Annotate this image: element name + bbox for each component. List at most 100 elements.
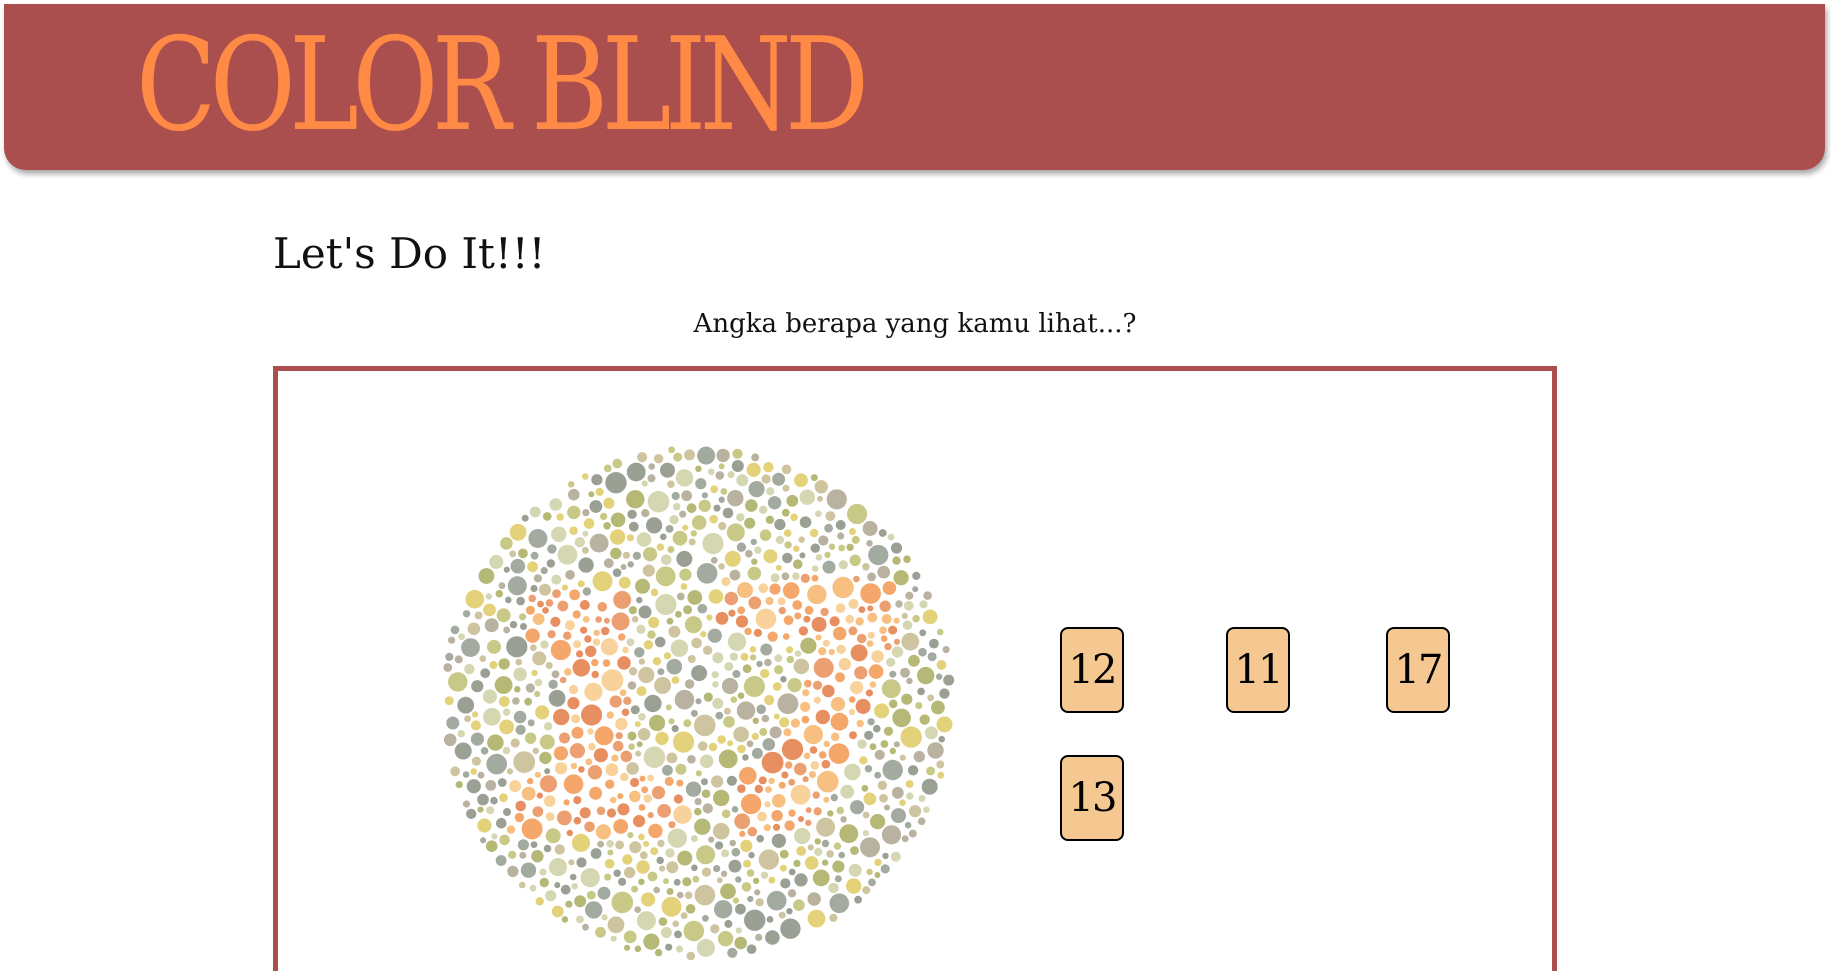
plate-dot	[884, 642, 892, 651]
answer-button-11[interactable]: 11	[1226, 627, 1290, 713]
plate-dot	[573, 640, 582, 649]
plate-dot	[825, 511, 836, 522]
plate-dot	[676, 550, 693, 567]
plate-dot	[673, 878, 681, 886]
plate-dot	[827, 810, 834, 817]
plate-dot	[752, 877, 760, 885]
plate-dot	[891, 786, 904, 799]
plate-dot	[634, 721, 641, 728]
plate-dot	[529, 884, 537, 892]
plate-dot	[563, 799, 570, 806]
plate-dot	[823, 740, 830, 748]
plate-dot	[836, 644, 846, 654]
plate-dot	[936, 760, 945, 769]
plate-dot	[717, 931, 734, 947]
plate-dot	[884, 804, 890, 811]
plate-dot	[927, 652, 937, 662]
plate-dot	[707, 468, 715, 476]
plate-dot	[696, 938, 715, 957]
plate-dot	[848, 708, 855, 716]
plate-dot	[874, 858, 882, 867]
plate-dot	[585, 645, 597, 657]
plate-dot	[450, 766, 460, 777]
plate-dot	[620, 564, 627, 570]
plate-dot	[551, 526, 567, 542]
plate-dot	[471, 680, 484, 693]
plate-dot	[508, 850, 517, 859]
plate-dot	[714, 900, 733, 919]
plate-dot	[627, 509, 637, 519]
answer-button-12[interactable]: 12	[1060, 627, 1124, 713]
plate-dot	[691, 665, 708, 682]
plate-dot	[811, 616, 827, 632]
plate-dot	[462, 800, 471, 808]
plate-dot	[657, 804, 671, 818]
plate-dot	[464, 715, 471, 723]
plate-dot	[835, 672, 845, 683]
plate-dot	[708, 836, 715, 843]
plate-dot	[499, 719, 514, 735]
plate-dot	[465, 589, 485, 609]
plate-dot	[764, 658, 772, 667]
plate-dot	[729, 569, 741, 581]
plate-dot	[815, 709, 830, 725]
plate-dot	[733, 726, 749, 743]
plate-dot	[610, 547, 622, 560]
plate-dot	[666, 658, 683, 675]
plate-dot	[903, 600, 914, 611]
plate-dot	[746, 462, 761, 477]
plate-dot	[470, 732, 484, 746]
plate-dot	[553, 746, 568, 761]
plate-dot	[636, 911, 656, 931]
plate-dot	[891, 808, 906, 824]
plate-dot	[477, 793, 489, 806]
plate-dot	[480, 668, 491, 679]
plate-dot	[528, 529, 548, 548]
plate-dot	[688, 538, 696, 546]
plate-dot	[838, 544, 846, 552]
plate-dot	[676, 592, 685, 601]
plate-dot	[582, 587, 592, 596]
plate-dot	[824, 551, 831, 559]
plate-dot	[881, 679, 901, 699]
plate-dot	[554, 762, 568, 775]
plate-dot	[840, 784, 855, 799]
plate-dot	[794, 612, 802, 620]
plate-dot	[828, 648, 835, 656]
plate-dot	[723, 716, 735, 728]
plate-dot	[530, 644, 537, 652]
plate-dot	[464, 663, 475, 675]
plate-dot	[462, 771, 470, 778]
plate-dot	[532, 651, 547, 666]
plate-dot	[796, 846, 807, 856]
plate-dot	[892, 556, 901, 565]
answer-button-17[interactable]: 17	[1386, 627, 1450, 713]
plate-dot	[761, 474, 771, 484]
plate-dot	[753, 628, 762, 637]
plate-dot	[671, 725, 679, 733]
answer-button-13[interactable]: 13	[1060, 755, 1124, 841]
plate-dot	[620, 750, 633, 763]
plate-dot	[814, 838, 821, 845]
plate-dot	[927, 742, 944, 759]
plate-dot	[739, 767, 757, 785]
plate-dot	[515, 724, 526, 735]
plate-dot	[647, 871, 658, 882]
plate-dot	[926, 766, 936, 776]
plate-dot	[855, 617, 864, 626]
plate-dot	[732, 670, 741, 678]
site-logo[interactable]: COLOR BLIND	[136, 16, 869, 156]
plate-dot	[774, 665, 784, 675]
plate-dot	[854, 666, 868, 680]
plate-dot	[472, 711, 479, 718]
plate-dot	[582, 509, 590, 517]
plate-dot	[887, 533, 895, 541]
plate-dot	[866, 868, 873, 876]
plate-dot	[637, 452, 648, 463]
plate-dot	[581, 546, 589, 554]
plate-dot	[694, 807, 702, 816]
plate-dot	[849, 528, 856, 535]
plate-dot	[838, 560, 848, 570]
plate-dot	[605, 472, 627, 494]
plate-dot	[591, 658, 599, 667]
